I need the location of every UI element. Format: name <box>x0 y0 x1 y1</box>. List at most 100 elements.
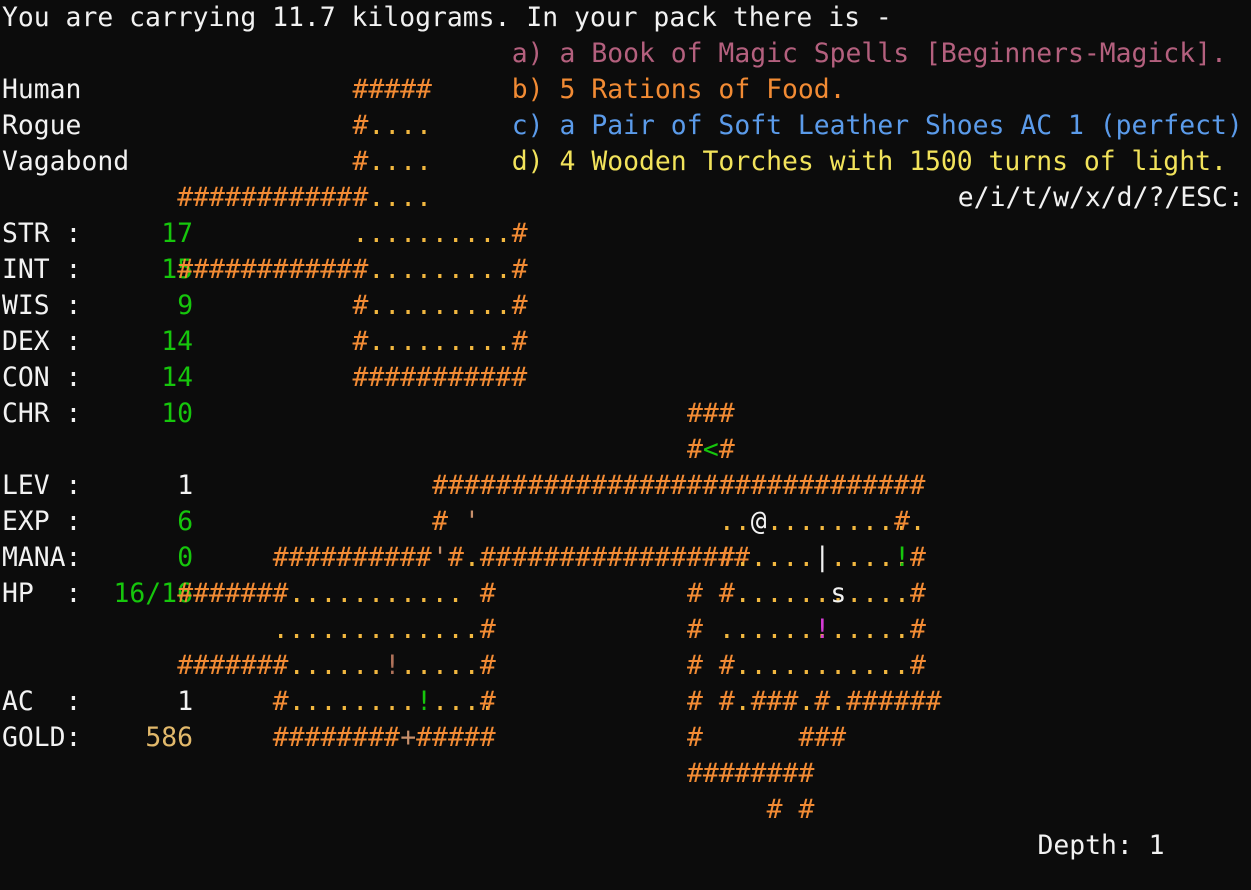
map-wall: ########## <box>272 542 432 573</box>
status-label: LEV : <box>2 470 82 501</box>
map-wall: # <box>352 290 369 321</box>
map-wall: # <box>686 650 703 681</box>
map-wall: # <box>511 290 528 321</box>
inventory-letter[interactable]: c) <box>512 108 544 144</box>
map-floor: ......... <box>368 254 512 285</box>
map-wall: ##### <box>352 74 432 105</box>
map-door: + <box>400 722 417 753</box>
stat-value: 9 <box>177 290 194 321</box>
map-wall: # <box>272 686 289 717</box>
map-wall: # <box>511 326 528 357</box>
map-floor: .... <box>846 578 910 609</box>
inventory-item[interactable]: 4 Wooden Torches with 1500 turns of ligh… <box>560 144 1227 180</box>
armor-value: 1 <box>177 686 194 717</box>
map-floor: .......... <box>352 218 512 249</box>
map-wall: ### <box>798 722 847 753</box>
inventory-item[interactable]: a Book of Magic Spells [Beginners-Magick… <box>560 36 1227 72</box>
map-floor: ......... <box>368 290 512 321</box>
map-wall: ################## <box>432 470 719 501</box>
map-wall: # <box>718 578 735 609</box>
map-wall: # <box>686 614 703 645</box>
message-line: You are carrying 11.7 kilograms. In your… <box>2 2 892 33</box>
status-label: HP : <box>2 578 82 609</box>
stat-label: CHR : <box>2 398 82 429</box>
inventory-letter[interactable]: a) <box>512 36 544 72</box>
map-wall: # <box>718 542 735 573</box>
inventory-item[interactable]: 5 Rations of Food. <box>560 72 846 108</box>
gold-value: 586 <box>145 722 194 753</box>
map-floor: ..... <box>734 542 815 573</box>
map-potion: ! <box>814 614 831 645</box>
map-wall: # <box>894 506 910 537</box>
map-wall: # <box>718 434 735 465</box>
inventory-letter[interactable]: b) <box>512 72 544 108</box>
map-wall: ##### <box>416 722 496 753</box>
stat-value: 14 <box>161 362 194 393</box>
stat-label: WIS : <box>2 290 82 321</box>
map-wall: # <box>479 614 496 645</box>
map-wall: # <box>352 110 369 141</box>
map-wall: # <box>766 794 783 825</box>
character-race: Human <box>2 74 82 105</box>
character-title: Vagabond <box>2 146 130 177</box>
stat-value: 17 <box>161 218 194 249</box>
map-floor: .... <box>368 110 432 141</box>
map-wall: # <box>686 686 703 717</box>
map-floor: .... <box>368 146 432 177</box>
map-floor: ..... <box>830 614 910 645</box>
map-floor: ............. <box>272 614 480 645</box>
map-wall: # <box>352 326 369 357</box>
inventory-item[interactable]: a Pair of Soft Leather Shoes AC 1 (perfe… <box>560 108 1243 144</box>
map-wall: ########### <box>177 254 352 285</box>
map-floor: ....... <box>718 614 831 645</box>
map-wall: ######## <box>272 722 400 753</box>
map-wall: # <box>910 614 926 645</box>
map-floor: . <box>830 686 847 717</box>
map-wall: # <box>686 578 703 609</box>
map-wall: ### <box>750 686 799 717</box>
map-potion: ! <box>416 686 433 717</box>
map-wall: ###### <box>846 686 942 717</box>
map-floor: .. <box>718 506 751 537</box>
map-wall: # <box>910 542 926 573</box>
map-potion: ! <box>384 650 401 681</box>
character-class: Rogue <box>2 110 82 141</box>
gold-label: GOLD: <box>2 722 82 753</box>
map-floor: ........... <box>288 578 464 609</box>
map-floor: . <box>734 686 751 717</box>
status-label: EXP : <box>2 506 82 537</box>
status-label: MANA: <box>2 542 82 573</box>
map-stairs-up: < <box>702 434 719 465</box>
map-wall: # <box>910 578 926 609</box>
map-door: ' <box>432 542 448 573</box>
map-wall: ####### <box>686 758 799 789</box>
map-wall: # <box>798 758 815 789</box>
armor-label: AC : <box>2 686 82 717</box>
map-wall: ####### <box>177 650 289 681</box>
map-potion: ! <box>894 542 910 573</box>
map-wall: # <box>718 650 735 681</box>
status-value: 1 <box>177 470 194 501</box>
command-prompt[interactable]: e/i/t/w/x/d/?/ESC: <box>958 180 1244 216</box>
status-value: 6 <box>177 506 194 537</box>
map-wall: # <box>910 650 926 681</box>
map-wall: # <box>352 146 369 177</box>
map-floor: ....... <box>734 578 846 609</box>
map-wall: ############# <box>718 470 926 501</box>
stat-label: CON : <box>2 362 82 393</box>
map-wall: # <box>511 218 528 249</box>
map-wall: # <box>352 182 369 213</box>
map-player: @ <box>750 506 767 537</box>
map-wall: # <box>352 254 369 285</box>
stat-label: DEX : <box>2 326 82 357</box>
map-wall: # <box>479 686 496 717</box>
map-wall: # <box>479 578 496 609</box>
map-floor: .... <box>368 182 432 213</box>
inventory-letter[interactable]: d) <box>512 144 544 180</box>
map-staff: | <box>814 542 831 573</box>
depth-indicator: Depth: 1 <box>1037 830 1165 861</box>
map-wall: ################# <box>479 542 750 573</box>
map-wall: # <box>718 686 735 717</box>
stat-label: STR : <box>2 218 82 249</box>
map-wall: # <box>479 650 496 681</box>
